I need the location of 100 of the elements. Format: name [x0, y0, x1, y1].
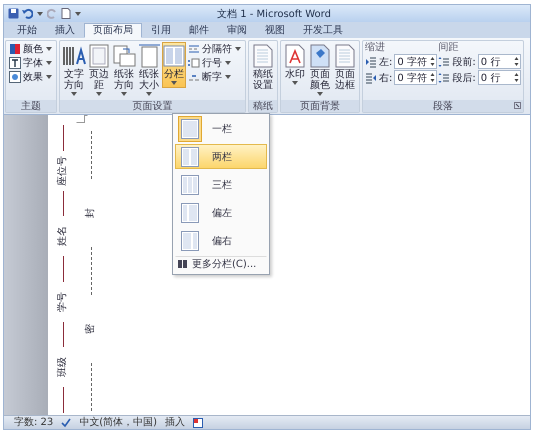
menu-item-label: 偏右	[212, 234, 232, 248]
dropdown-caret-icon	[225, 61, 231, 65]
field-label: 右:	[379, 72, 392, 84]
menu-item[interactable]: 两栏	[175, 144, 267, 169]
ribbon-tab[interactable]: 页面布局	[84, 23, 142, 38]
menu-item[interactable]: 一栏	[175, 116, 267, 141]
menu-item[interactable]: 更多分栏(C)...	[175, 256, 267, 272]
ribbon-button[interactable]: 行号	[187, 56, 243, 70]
dropdown-caret-icon	[46, 75, 52, 79]
page-size-icon	[136, 44, 162, 68]
dropdown-caret-icon	[75, 12, 81, 16]
dashed-line	[90, 131, 92, 179]
ribbon-button[interactable]: 纸张方向	[112, 42, 136, 99]
ribbon-tab[interactable]: 开发工具	[294, 23, 352, 38]
menu-item[interactable]: 偏右	[175, 228, 267, 253]
ribbon-button[interactable]: 页边距	[87, 42, 111, 99]
ribbon-button[interactable]: 水印	[283, 42, 307, 88]
redo-icon	[47, 8, 58, 19]
section-label: 间距	[438, 42, 460, 53]
column-layout-icon	[181, 146, 199, 166]
dropdown-caret-icon	[121, 92, 127, 96]
column-layout-icon	[181, 118, 199, 138]
column-layout-icon	[181, 230, 199, 250]
dropdown-caret-icon	[292, 81, 298, 85]
column-layout-icon	[181, 174, 199, 194]
new-document-icon	[61, 8, 71, 19]
group-label: 页面设置	[132, 100, 172, 112]
menu-item-label: 三栏	[212, 178, 232, 192]
ribbon-button[interactable]: 字体	[8, 56, 54, 70]
ribbon-tab[interactable]: 邮件	[180, 23, 218, 38]
pages-icon	[111, 44, 137, 68]
spin-arrows-icon	[430, 72, 436, 83]
spin-arrows-icon	[430, 56, 436, 67]
fill-in-line	[62, 387, 64, 413]
columns-icon	[178, 260, 187, 268]
ribbon-button[interactable]: 稿纸设置	[251, 42, 275, 93]
save-icon	[8, 8, 19, 19]
status-text: 中文(简体，中国)	[79, 416, 158, 428]
spinner-field[interactable]: 0 行	[478, 54, 521, 69]
line-numbers-icon	[188, 58, 200, 68]
ribbon-button[interactable]: 文字方向	[62, 42, 86, 99]
ribbon-tab[interactable]: 开始	[8, 23, 46, 38]
text-direction-icon	[61, 44, 87, 68]
ribbon-tab[interactable]: 视图	[256, 23, 294, 38]
dropdown-caret-icon	[146, 92, 152, 96]
macro-icon	[193, 418, 204, 428]
field-label: 段前:	[452, 56, 476, 68]
ribbon-button[interactable]: 效果	[8, 70, 54, 84]
indent-icon	[365, 72, 377, 84]
dropdown-caret-icon	[46, 61, 52, 65]
seal-label: 密	[85, 324, 97, 334]
dropdown-caret-icon	[171, 81, 177, 85]
spin-arrows-icon	[514, 56, 519, 67]
spinner-field[interactable]: 0 字符	[394, 70, 438, 85]
fill-in-line	[62, 256, 64, 282]
ribbon-button[interactable]: 断字	[187, 70, 243, 84]
ribbon-button[interactable]: 页面颜色	[308, 42, 332, 99]
dialog-launcher-icon	[514, 102, 521, 109]
field-label: 姓名	[57, 226, 69, 246]
ribbon-button[interactable]: 分栏	[162, 42, 186, 88]
menu-item-label: 两栏	[212, 150, 232, 164]
field-label: 段后:	[452, 72, 476, 84]
spin-arrows-icon	[514, 72, 519, 83]
menu-item[interactable]: 偏左	[175, 200, 267, 225]
ribbon-tab[interactable]: 插入	[46, 23, 84, 38]
menu-item[interactable]: 三栏	[175, 172, 267, 197]
dropdown-caret-icon	[46, 47, 52, 51]
spinner-field[interactable]: 0 字符	[394, 54, 438, 69]
font-icon	[9, 57, 21, 69]
field-label: 座位号	[57, 156, 69, 186]
status-text: 插入	[165, 416, 186, 428]
palette-icon	[9, 43, 21, 55]
ribbon-button[interactable]: 颜色	[8, 42, 54, 56]
corner-mark-icon	[76, 115, 88, 123]
ribbon-tab[interactable]: 审阅	[218, 23, 256, 38]
spinner-field[interactable]: 0 行	[478, 70, 521, 85]
dashed-line	[90, 363, 92, 411]
check-icon	[61, 418, 72, 428]
menu-item-label: 一栏	[212, 122, 232, 136]
field-label: 左:	[379, 56, 392, 68]
group-label: 稿纸	[253, 100, 273, 112]
group-label: 主题	[21, 100, 41, 112]
page-icon	[252, 44, 274, 68]
ribbon-button[interactable]: 页面边框	[333, 42, 357, 93]
group-label: 页面背景	[300, 100, 340, 112]
spacing-icon	[438, 72, 450, 84]
page-icon	[334, 44, 356, 68]
page-break-icon	[188, 44, 200, 54]
seal-label: 封	[85, 208, 97, 218]
ribbon-tab[interactable]: 引用	[142, 23, 180, 38]
dropdown-caret-icon	[317, 92, 323, 96]
dropdown-caret-icon	[96, 92, 102, 96]
ribbon-button[interactable]: 分隔符	[187, 42, 243, 56]
undo-icon	[22, 8, 33, 19]
column-layout-icon	[181, 202, 199, 222]
ribbon-button[interactable]: 纸张大小	[137, 42, 161, 99]
field-label: 学号	[57, 292, 69, 312]
watermark-page-icon	[284, 44, 306, 68]
spacing-icon	[438, 56, 450, 68]
field-label: 班级	[57, 357, 69, 378]
